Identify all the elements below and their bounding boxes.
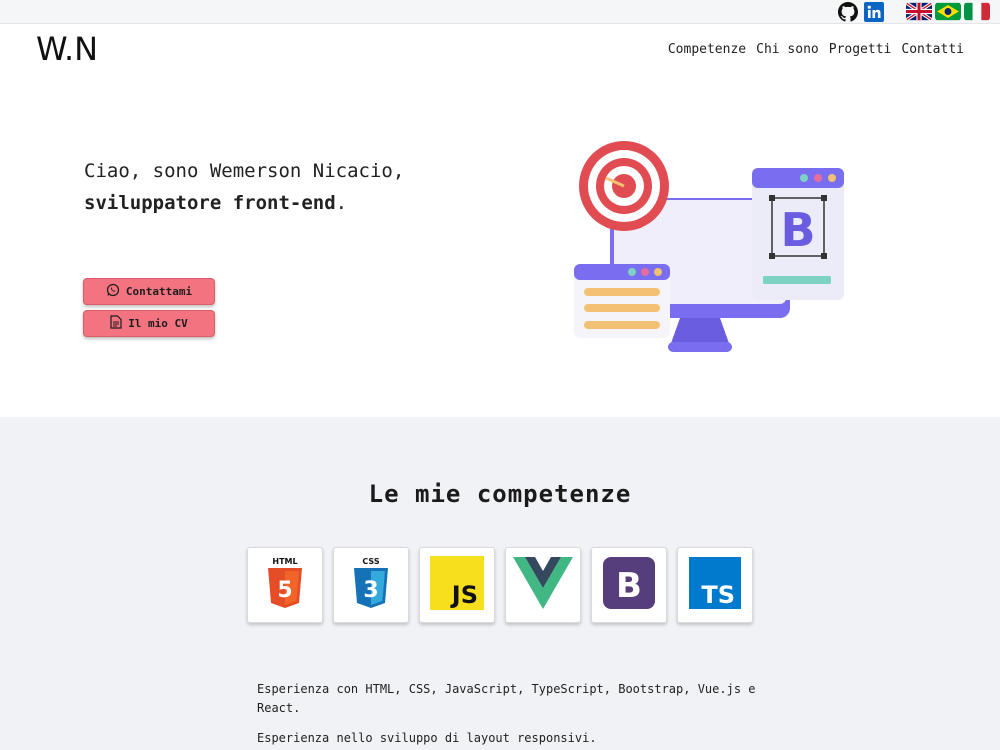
contact-button[interactable]: Contattami xyxy=(83,278,215,305)
skill-css[interactable]: CSS 3 xyxy=(333,547,409,623)
bootstrap-label: B xyxy=(616,566,642,606)
skills-description-1: Esperienza con HTML, CSS, JavaScript, Ty… xyxy=(257,682,756,715)
github-icon[interactable] xyxy=(837,1,859,23)
site-logo[interactable]: W.N xyxy=(36,30,98,68)
hero-illustration: B xyxy=(570,138,850,358)
hero-role-tail: . xyxy=(335,192,348,214)
html-label: HTML xyxy=(272,557,297,566)
ts-label: TS xyxy=(701,581,735,609)
cv-button-label: Il mio CV xyxy=(128,317,188,330)
vue-icon xyxy=(513,557,573,613)
nav-item-contatti[interactable]: Contatti xyxy=(901,42,964,57)
hero-greeting: Ciao, sono Wemerson Nicacio, xyxy=(84,160,405,182)
nav-item-chi-sono[interactable]: Chi sono xyxy=(756,42,819,57)
document-icon xyxy=(110,315,122,332)
cv-button[interactable]: Il mio CV xyxy=(83,310,215,337)
css-label: CSS xyxy=(362,557,379,566)
css-badge: 3 xyxy=(363,578,378,603)
whatsapp-icon xyxy=(106,283,120,300)
javascript-icon: JS xyxy=(430,556,484,614)
skills-title: Le mie competenze xyxy=(368,480,632,508)
skills-list: HTML 5 CSS 3 JS B TS xyxy=(247,547,753,623)
js-label: JS xyxy=(450,581,478,609)
skill-vue[interactable] xyxy=(505,547,581,623)
english-flag-icon[interactable] xyxy=(906,2,932,21)
contact-button-label: Contattami xyxy=(125,285,193,298)
hero-role-bold: sviluppatore front-end xyxy=(84,192,336,214)
main-nav: Competenze Chi sono Progetti Contatti xyxy=(668,42,964,57)
hero-role: sviluppatore front-end. xyxy=(84,192,347,214)
italy-flag-icon[interactable] xyxy=(964,2,990,21)
skill-html[interactable]: HTML 5 xyxy=(247,547,323,623)
skills-description-2: Esperienza nello sviluppo di layout resp… xyxy=(257,731,597,745)
html5-icon: HTML 5 xyxy=(265,555,305,615)
skill-bootstrap[interactable]: B xyxy=(591,547,667,623)
typescript-icon: TS xyxy=(689,557,741,613)
top-bar xyxy=(0,0,1000,24)
skills-section: Le mie competenze HTML 5 CSS 3 JS B TS E… xyxy=(0,417,1000,750)
skill-typescript[interactable]: TS xyxy=(677,547,753,623)
nav-item-progetti[interactable]: Progetti xyxy=(829,42,892,57)
bootstrap-icon: B xyxy=(603,557,655,613)
brazil-flag-icon[interactable] xyxy=(935,2,961,21)
css3-icon: CSS 3 xyxy=(351,555,391,615)
nav-item-competenze[interactable]: Competenze xyxy=(668,42,746,57)
bootstrap-letter: B xyxy=(780,203,815,257)
html-badge: 5 xyxy=(277,578,292,603)
linkedin-icon[interactable] xyxy=(863,1,885,23)
skill-javascript[interactable]: JS xyxy=(419,547,495,623)
